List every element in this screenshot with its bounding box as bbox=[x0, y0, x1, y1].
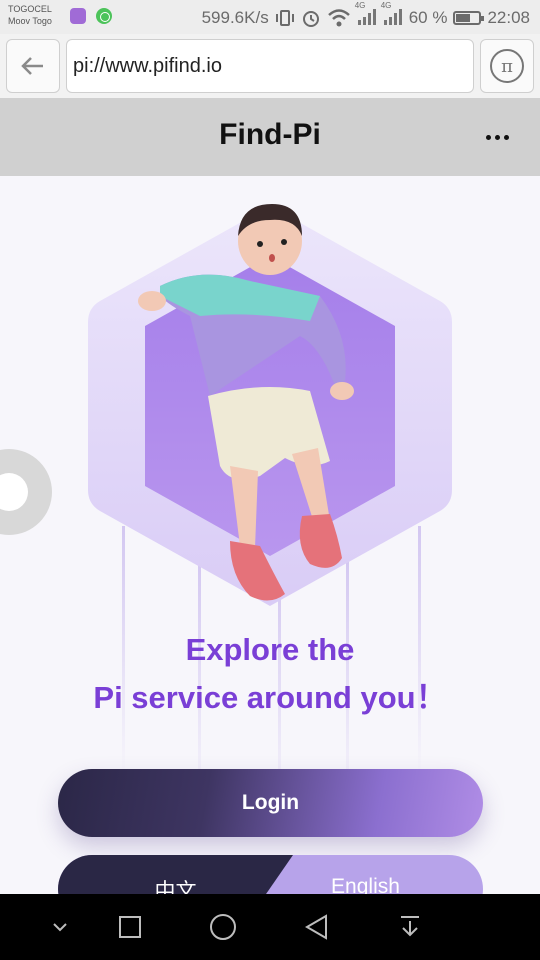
clock: 22:08 bbox=[487, 8, 530, 27]
circle-icon bbox=[210, 914, 236, 940]
triangle-back-icon bbox=[305, 914, 327, 940]
network-type-2: 4G bbox=[380, 1, 392, 10]
dot bbox=[494, 134, 500, 140]
network-speed: 599.6K/s bbox=[201, 8, 269, 27]
browser-toolbar: pi://www.pifind.io π bbox=[0, 34, 540, 98]
arrow-left-icon bbox=[21, 57, 43, 75]
back-button[interactable] bbox=[6, 39, 60, 93]
nav-recents-button[interactable] bbox=[110, 894, 150, 960]
signal-icon bbox=[357, 9, 376, 25]
nav-collapse-button[interactable] bbox=[40, 894, 80, 960]
nav-notifications-button[interactable] bbox=[390, 894, 430, 960]
app-header: Find-Pi bbox=[0, 98, 540, 176]
chevron-down-icon bbox=[53, 923, 67, 932]
battery-percent: 60 % bbox=[408, 8, 448, 27]
dot bbox=[485, 134, 491, 140]
battery-icon bbox=[453, 11, 485, 25]
nav-home-button[interactable] bbox=[200, 894, 246, 960]
floating-assistive-button[interactable] bbox=[0, 449, 52, 535]
login-button[interactable]: Login bbox=[58, 769, 483, 837]
carrier-primary: TOGOCEL bbox=[8, 4, 52, 14]
status-bar: TOGOCEL Moov Togo 599.6K/s 4G 4G 60 % 22… bbox=[0, 0, 540, 34]
whatsapp-icon bbox=[96, 8, 112, 24]
pi-browser-button[interactable]: π bbox=[480, 39, 534, 93]
pull-down-icon bbox=[401, 916, 419, 937]
carrier-label: TOGOCEL Moov Togo bbox=[8, 3, 52, 27]
signal-icon bbox=[383, 9, 402, 25]
url-field[interactable]: pi://www.pifind.io bbox=[66, 39, 474, 93]
more-menu-button[interactable] bbox=[482, 122, 512, 152]
hero-tagline-line-2: Pi service around you！ bbox=[93, 680, 447, 715]
alarm-icon bbox=[302, 11, 319, 27]
dot bbox=[503, 134, 509, 140]
network-type-1: 4G bbox=[354, 1, 366, 10]
page-title: Find-Pi bbox=[219, 118, 321, 151]
signal-2: 4G bbox=[381, 1, 403, 27]
vibrate-icon bbox=[275, 10, 294, 26]
hero-illustration bbox=[88, 204, 452, 606]
square-icon bbox=[119, 916, 141, 938]
pi-logo-icon: π bbox=[490, 49, 524, 83]
status-indicators: 599.6K/s 4G 4G 60 % 22:08 bbox=[201, 1, 530, 28]
nav-back-button[interactable] bbox=[296, 894, 336, 960]
notification-app-icon bbox=[70, 8, 86, 24]
wifi-icon bbox=[327, 9, 350, 27]
system-nav-bar bbox=[0, 894, 540, 960]
signal-1: 4G bbox=[355, 1, 377, 27]
carrier-secondary: Moov Togo bbox=[8, 16, 52, 26]
hero-tagline-line-1: Explore the bbox=[185, 632, 355, 667]
